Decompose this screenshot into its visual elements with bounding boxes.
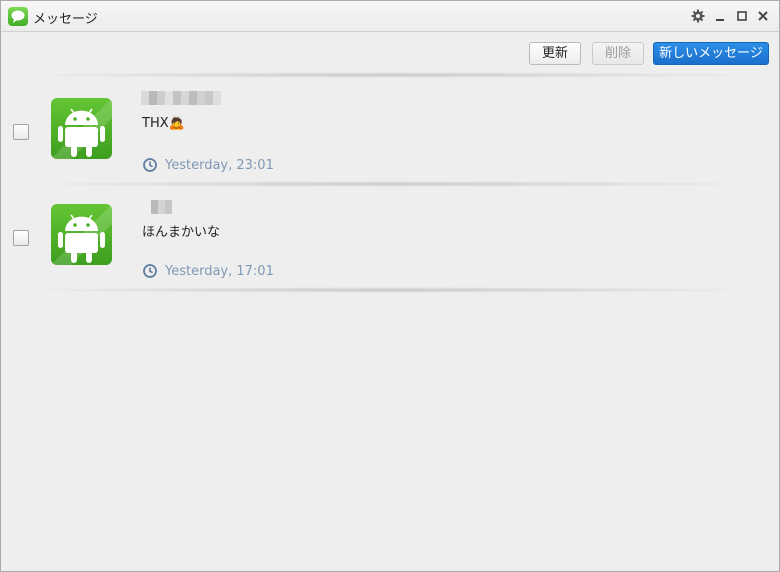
message-timestamp: Yesterday, 23:01	[165, 158, 274, 173]
message-row[interactable]: THX🙇 Yesterday, 23:01	[1, 81, 779, 181]
new-message-button[interactable]: 新しいメッセージ	[653, 42, 769, 65]
select-checkbox[interactable]	[13, 124, 29, 140]
toolbar: 更新 削除 新しいメッセージ	[1, 33, 779, 75]
divider	[9, 287, 771, 293]
title-bar: メッセージ	[1, 1, 779, 32]
message-row[interactable]: ほんまかいな Yesterday, 17:01	[1, 187, 779, 287]
select-checkbox[interactable]	[13, 230, 29, 246]
minimize-icon[interactable]	[713, 9, 727, 23]
divider	[9, 72, 771, 78]
contact-name-redacted	[151, 200, 172, 214]
gear-icon[interactable]	[691, 9, 705, 23]
message-preview: THX🙇	[142, 116, 185, 131]
speech-bubble-icon	[8, 7, 28, 26]
refresh-button[interactable]: 更新	[529, 42, 581, 65]
android-icon	[51, 204, 112, 265]
window-title: メッセージ	[33, 12, 98, 27]
clock-icon	[142, 263, 158, 279]
maximize-icon[interactable]	[735, 9, 749, 23]
clock-icon	[142, 157, 158, 173]
message-timestamp: Yesterday, 17:01	[165, 264, 274, 279]
message-preview: ほんまかいな	[142, 225, 221, 240]
contact-name-redacted	[141, 91, 221, 105]
android-icon	[51, 98, 112, 159]
messages-window: メッセージ 更新 削除 新しいメッセージ THX🙇 Yesterday, 23:…	[0, 0, 780, 572]
delete-button[interactable]: 削除	[592, 42, 644, 65]
close-icon[interactable]	[756, 9, 770, 23]
